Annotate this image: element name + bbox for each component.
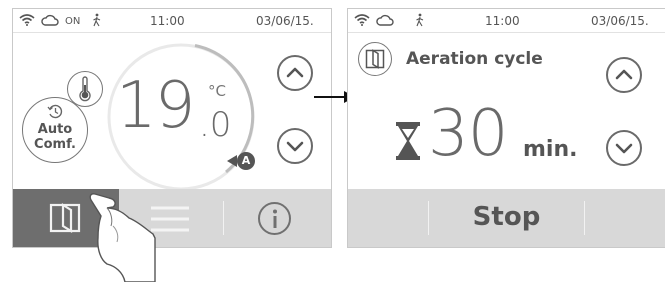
bottom-separator <box>223 201 224 235</box>
status-bar: 11:00 03/06/15. <box>348 9 665 31</box>
thermostat-screen-home: ON 11:00 03/06/15. Auto Comf. 19 .0 °C A <box>12 8 332 248</box>
chevron-down-icon <box>286 141 304 152</box>
cloud-icon <box>41 14 59 26</box>
duration-value: 30 <box>428 97 508 171</box>
auto-badge: A <box>237 152 255 170</box>
presence-icon <box>416 13 424 27</box>
chevron-down-icon <box>615 143 633 154</box>
window-badge <box>358 42 392 76</box>
temperature-decimal: .0 <box>199 105 232 145</box>
mode-label-comf: Comf. <box>34 137 76 152</box>
bottom-separator <box>584 201 585 235</box>
stop-label: Stop <box>472 202 541 232</box>
chevron-up-icon <box>615 69 633 80</box>
stop-button[interactable]: Stop <box>429 189 584 247</box>
status-bar: ON 11:00 03/06/15. <box>13 9 331 31</box>
cloud-icon <box>376 14 394 26</box>
window-icon <box>49 203 81 233</box>
temperature-up-button[interactable] <box>277 55 313 91</box>
auto-badge-pointer <box>227 155 237 167</box>
mode-selector[interactable]: Auto Comf. <box>22 97 88 163</box>
chevron-up-icon <box>286 67 304 78</box>
on-indicator: ON <box>65 16 81 27</box>
auto-badge-label: A <box>241 154 251 167</box>
status-divider <box>348 32 665 33</box>
thermostat-screen-aeration: 11:00 03/06/15. Aeration cycle 30 min. S… <box>347 8 665 248</box>
status-time: 11:00 <box>485 14 520 28</box>
temperature-integer: 19 <box>116 69 195 143</box>
status-date: 03/06/15. <box>256 14 314 28</box>
wifi-icon <box>19 14 35 26</box>
status-time: 11:00 <box>150 14 185 28</box>
hourglass-icon <box>396 122 420 160</box>
temperature-unit: °C <box>208 82 226 100</box>
mode-label-auto: Auto <box>37 122 73 137</box>
duration-up-button[interactable] <box>606 57 642 93</box>
bottom-bar: Stop <box>348 189 665 247</box>
duration-unit: min. <box>523 137 578 162</box>
status-divider <box>13 32 331 33</box>
window-icon <box>365 49 385 69</box>
hand-pointer-icon <box>89 193 156 282</box>
thermometer-badge <box>67 71 103 107</box>
clock-icon <box>47 104 63 119</box>
bottom-bar <box>13 189 331 247</box>
status-date: 03/06/15. <box>591 14 649 28</box>
screen-title: Aeration cycle <box>406 49 543 69</box>
info-button[interactable] <box>258 202 291 235</box>
temperature-down-button[interactable] <box>277 128 313 164</box>
info-icon <box>273 209 277 228</box>
wifi-icon <box>354 14 370 26</box>
presence-icon <box>93 13 101 27</box>
duration-down-button[interactable] <box>606 130 642 166</box>
thermometer-icon <box>79 76 91 102</box>
